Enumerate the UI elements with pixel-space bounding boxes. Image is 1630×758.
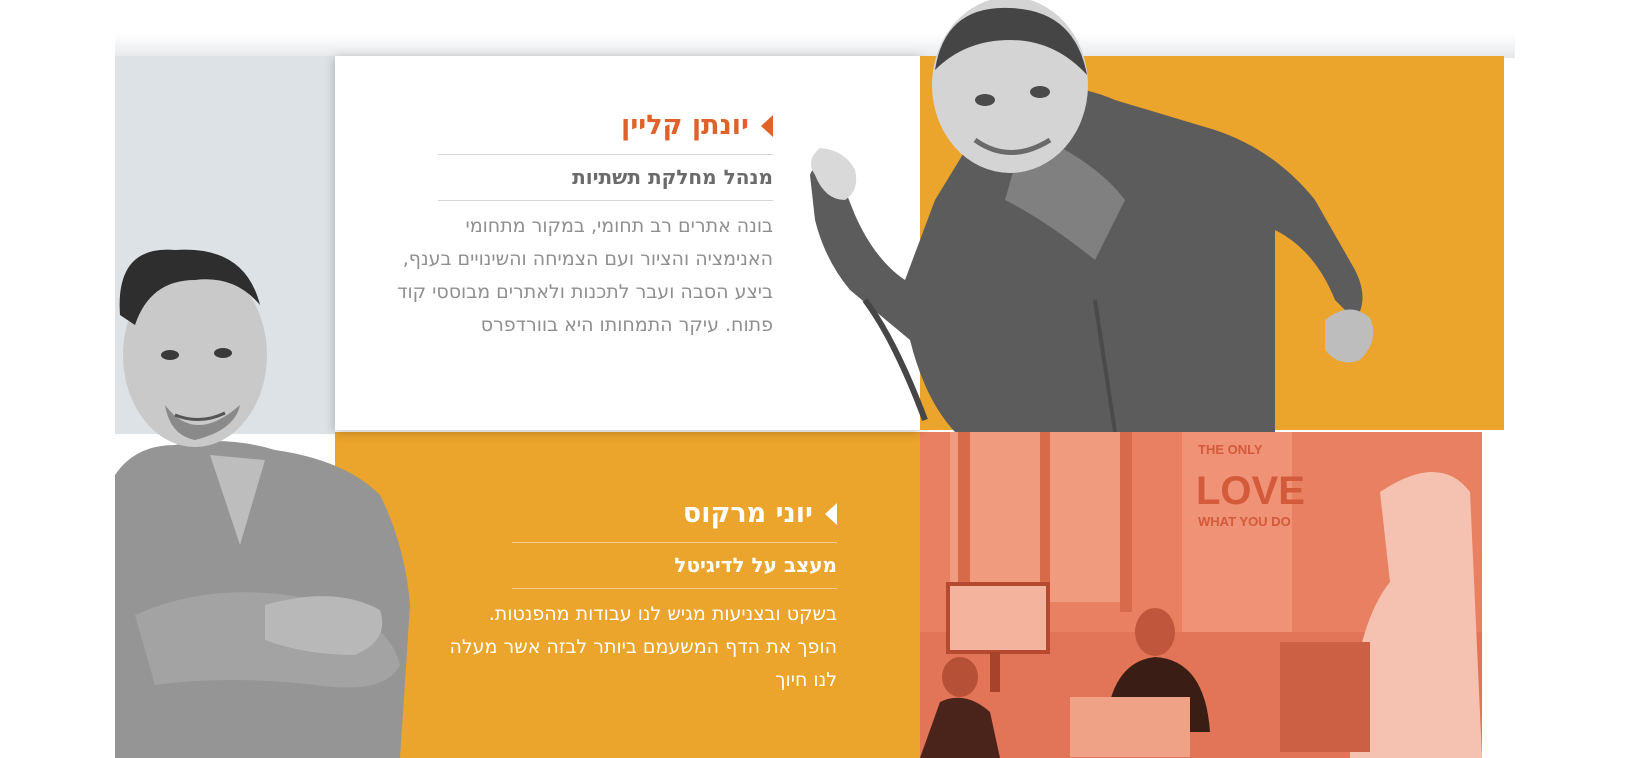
member-role: מעצב על לדיגיטל bbox=[674, 553, 837, 577]
member-description: בשקט ובצניעות מגיש לנו עבודות מהפנטות. ה… bbox=[449, 603, 837, 691]
member-description: בונה אתרים רב תחומי, במקור מתחומי האנימצ… bbox=[397, 215, 773, 336]
team-section: THE ONLY LOVE WHAT YOU DO יונתן קליין מנ… bbox=[0, 0, 1630, 758]
bio-yonatan: יונתן קליין מנהל מחלקת תשתיות בונה אתרים… bbox=[353, 108, 773, 342]
divider bbox=[512, 542, 837, 543]
arrow-left-icon bbox=[761, 115, 773, 137]
poster-text-1: THE ONLY bbox=[1198, 442, 1263, 457]
divider bbox=[438, 154, 773, 155]
arrow-left-icon bbox=[825, 503, 837, 525]
member-name: יונתן קליין bbox=[621, 110, 749, 141]
member-role: מנהל מחלקת תשתיות bbox=[572, 165, 773, 189]
divider bbox=[512, 588, 837, 589]
office-photo: THE ONLY LOVE WHAT YOU DO bbox=[920, 432, 1482, 758]
person-photo-yonatan bbox=[795, 0, 1435, 432]
poster-text-3: WHAT YOU DO bbox=[1198, 514, 1291, 529]
bio-yoni: יוני מרקוס מעצב על לדיגיטל בשקט ובצניעות… bbox=[417, 496, 837, 697]
poster-text-2: LOVE bbox=[1196, 469, 1305, 513]
member-name: יוני מרקוס bbox=[682, 498, 813, 529]
divider bbox=[438, 200, 773, 201]
